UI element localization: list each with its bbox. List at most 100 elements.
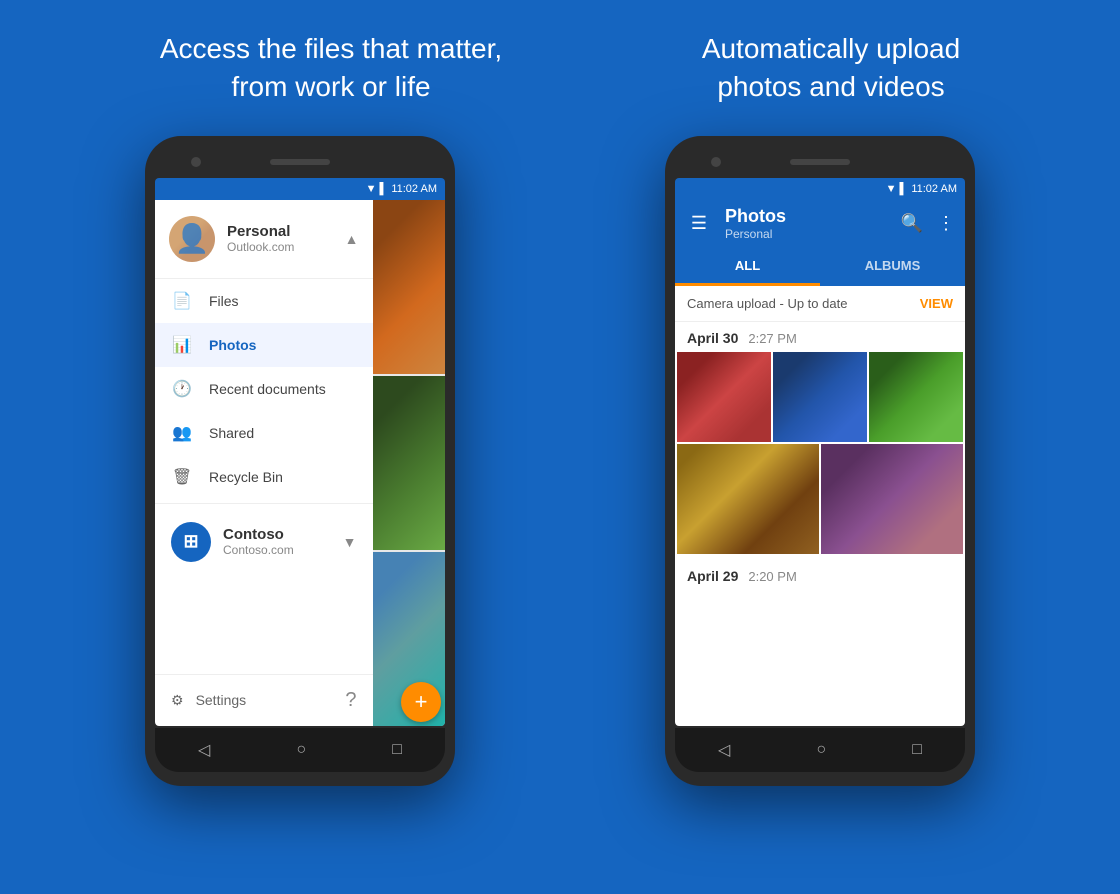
left-status-icons: ▼ ▌ [366, 183, 388, 195]
photos-title: Photos [725, 206, 893, 227]
chevron-down-icon: ▼ [343, 534, 357, 550]
toolbar-title-area: Photos Personal [721, 206, 893, 241]
left-phone-bottom-bar [155, 728, 445, 772]
photos-icon: 📊 [171, 335, 193, 355]
clock-icon: 🕐 [171, 379, 193, 399]
photo-grid-1 [675, 352, 965, 442]
file-icon: 📄 [171, 291, 193, 311]
account-name: Personal [227, 223, 333, 240]
right-status-icons: ▼ ▌ [886, 183, 908, 195]
photo-date-2: April 29 [687, 568, 738, 584]
side-photo-1 [373, 200, 446, 374]
right-status-bar: ▼ ▌ 11:02 AM [675, 178, 965, 200]
search-icon[interactable]: 🔍 [901, 213, 923, 234]
recent-docs-label: Recent documents [209, 381, 326, 397]
photos-label: Photos [209, 337, 256, 353]
photo-cell-5[interactable] [821, 444, 963, 554]
home-nav-icon[interactable] [296, 741, 306, 759]
drawer-item-recent[interactable]: 🕐 Recent documents [155, 367, 373, 411]
tab-all[interactable]: ALL [675, 248, 820, 286]
chevron-up-icon: ▲ [345, 231, 359, 247]
wifi-icon: ▼ [366, 183, 377, 195]
more-options-icon[interactable]: ⋮ [937, 213, 955, 234]
left-phone-camera [191, 157, 201, 167]
photo-time-1: 2:27 PM [748, 331, 796, 346]
shared-icon: 👥 [171, 423, 193, 443]
avatar [169, 216, 215, 262]
fab-button[interactable]: + [401, 682, 441, 722]
account-email: Outlook.com [227, 240, 333, 254]
drawer-divider [155, 503, 373, 504]
camera-upload-text: Camera upload - Up to date [687, 296, 847, 311]
right-headline: Automatically uploadphotos and videos [702, 30, 960, 106]
right-phone-bottom-bar [675, 728, 965, 772]
photos-subtitle: Personal [725, 227, 893, 241]
drawer-item-files[interactable]: 📄 Files [155, 279, 373, 323]
photo-date-row-2: April 29 2:20 PM [675, 560, 965, 590]
right-back-nav-icon[interactable] [718, 740, 730, 760]
side-content [373, 200, 446, 726]
right-phone-camera [711, 157, 721, 167]
drawer-item-photos[interactable]: 📊 Photos [155, 323, 373, 367]
tab-albums[interactable]: ALBUMS [820, 248, 965, 286]
photos-app: ☰ Photos Personal 🔍 ⋮ ALL ALBUMS [675, 200, 965, 726]
photos-toolbar: ☰ Photos Personal 🔍 ⋮ [675, 200, 965, 248]
photo-grid-2 [675, 444, 965, 554]
right-phone: ▼ ▌ 11:02 AM ☰ Photos Personal 🔍 ⋮ [665, 136, 975, 786]
shared-label: Shared [209, 425, 254, 441]
left-headline: Access the files that matter,from work o… [160, 30, 502, 106]
left-phone-speaker [270, 159, 330, 165]
left-phone-screen: ▼ ▌ 11:02 AM Personal Outlo [155, 178, 445, 726]
drawer-item-shared[interactable]: 👥 Shared [155, 411, 373, 455]
files-label: Files [209, 293, 239, 309]
headlines-row: Access the files that matter,from work o… [0, 0, 1120, 126]
contoso-domain: Contoso.com [223, 543, 331, 557]
right-signal-icon: ▌ [900, 183, 908, 195]
right-phone-top-bar [675, 148, 965, 176]
recents-nav-icon[interactable] [392, 741, 402, 759]
right-phone-speaker [790, 159, 850, 165]
recycle-label: Recycle Bin [209, 469, 283, 485]
contoso-item[interactable]: ⊞ Contoso Contoso.com ▼ [155, 508, 373, 576]
settings-label: Settings [196, 692, 247, 708]
photo-date-row-1: April 30 2:27 PM [675, 322, 965, 352]
photo-cell-4[interactable] [677, 444, 819, 554]
right-phone-screen: ▼ ▌ 11:02 AM ☰ Photos Personal 🔍 ⋮ [675, 178, 965, 726]
drawer-item-recycle[interactable]: 🗑 Recycle Bin [155, 455, 373, 499]
photo-cell-3[interactable] [869, 352, 963, 442]
signal-icon: ▌ [380, 183, 388, 195]
left-phone-top-bar [155, 148, 445, 176]
drawer-screen: Personal Outlook.com ▲ 📄 Files 📊 Photos [155, 200, 445, 726]
contoso-icon: ⊞ [171, 522, 211, 562]
phones-row: ▼ ▌ 11:02 AM Personal Outlo [0, 136, 1120, 786]
photos-tabs: ALL ALBUMS [675, 248, 965, 286]
hamburger-icon[interactable]: ☰ [685, 213, 713, 234]
back-nav-icon[interactable] [198, 740, 210, 760]
photo-date-1: April 30 [687, 330, 738, 346]
photo-time-2: 2:20 PM [748, 569, 796, 584]
trash-icon: 🗑 [171, 467, 193, 487]
right-recents-nav-icon[interactable] [912, 741, 922, 759]
drawer-header[interactable]: Personal Outlook.com ▲ [155, 200, 373, 279]
photo-cell-1[interactable] [677, 352, 771, 442]
account-info: Personal Outlook.com [227, 223, 333, 254]
left-status-time: 11:02 AM [391, 183, 437, 195]
camera-upload-bar: Camera upload - Up to date VIEW [675, 286, 965, 322]
settings-item[interactable]: ⚙ Settings [171, 692, 246, 709]
left-phone: ▼ ▌ 11:02 AM Personal Outlo [145, 136, 455, 786]
right-wifi-icon: ▼ [886, 183, 897, 195]
drawer-overlay: Personal Outlook.com ▲ 📄 Files 📊 Photos [155, 200, 373, 726]
right-home-nav-icon[interactable] [816, 741, 826, 759]
avatar-image [169, 216, 215, 262]
contoso-info: Contoso Contoso.com [223, 526, 331, 557]
photo-cell-2[interactable] [773, 352, 867, 442]
settings-gear-icon: ⚙ [171, 692, 184, 709]
help-icon[interactable]: ? [345, 689, 356, 712]
left-status-bar: ▼ ▌ 11:02 AM [155, 178, 445, 200]
right-status-time: 11:02 AM [911, 183, 957, 195]
contoso-name: Contoso [223, 526, 331, 543]
toolbar-actions: 🔍 ⋮ [901, 213, 955, 234]
side-photo-2 [373, 376, 446, 550]
view-button[interactable]: VIEW [920, 296, 953, 311]
drawer-footer: ⚙ Settings ? [155, 674, 373, 726]
